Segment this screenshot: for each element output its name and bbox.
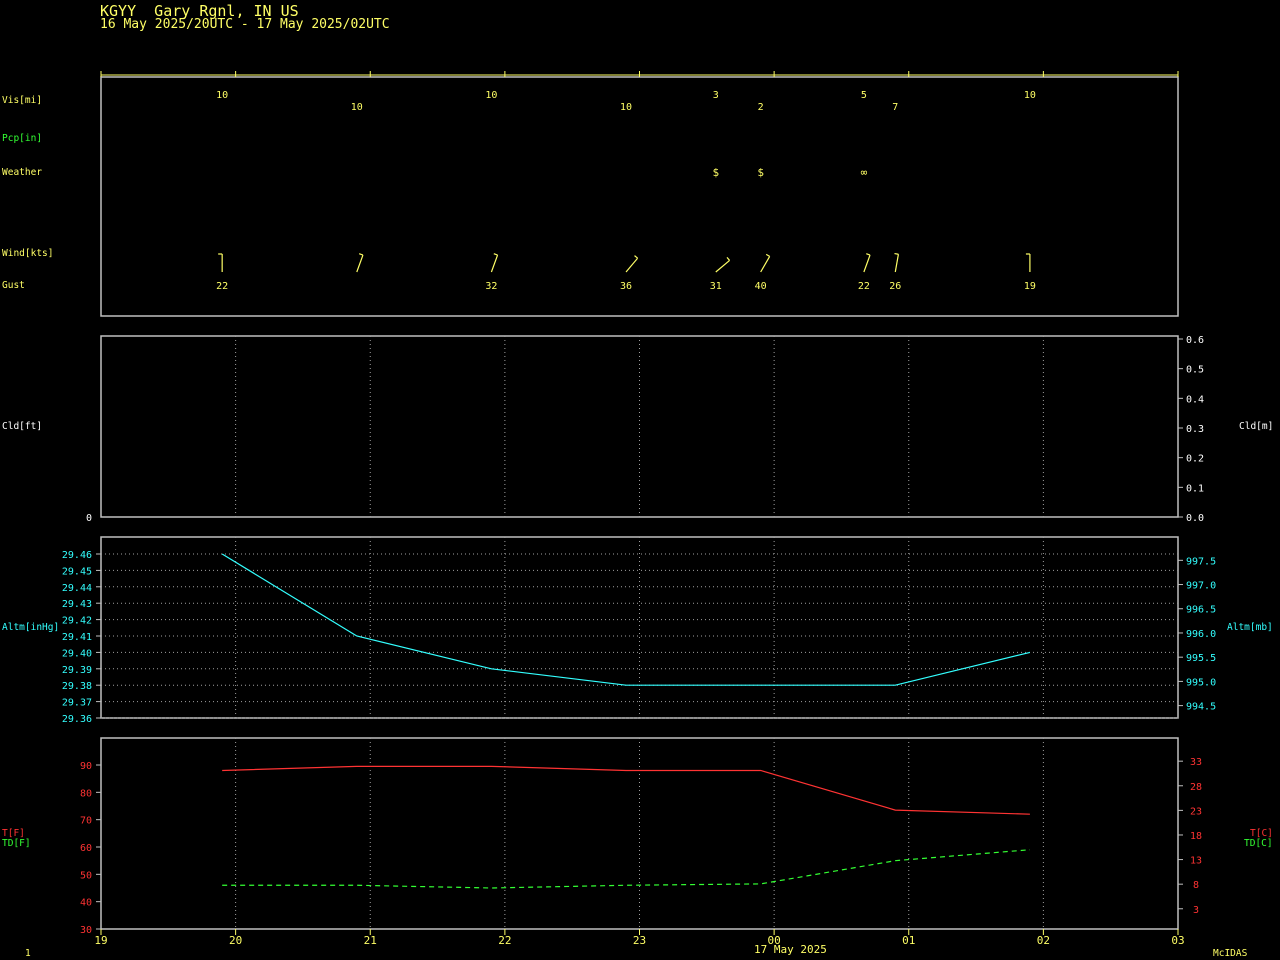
cld-ft-tick: 0 — [86, 513, 92, 524]
gust-value: 22 — [216, 281, 228, 292]
gust-value: 31 — [710, 281, 722, 292]
weather-symbol: $ — [712, 166, 719, 179]
wind-barb-flag — [894, 252, 899, 255]
vis-value: 3 — [713, 90, 719, 101]
temp-c-tick: 18 — [1190, 831, 1202, 842]
wind-barb-flag — [866, 253, 871, 256]
altm-inhg-tick: 29.38 — [62, 681, 92, 692]
time-tick-label: 02 — [1037, 934, 1050, 947]
gust-value: 22 — [858, 281, 870, 292]
wind-barb — [863, 254, 871, 273]
wind-barb — [760, 256, 771, 273]
temp-c-tick: 28 — [1190, 782, 1202, 793]
time-tick-label: 22 — [498, 934, 511, 947]
temp-c-tick: 8 — [1193, 880, 1199, 891]
wind-barb — [715, 259, 730, 273]
altm-inhg-tick: 29.45 — [62, 566, 92, 577]
altm-inhg-tick: 29.44 — [62, 583, 92, 594]
time-tick-label: 20 — [229, 934, 242, 947]
temp-c-tick: 23 — [1190, 806, 1202, 817]
cld-m-tick: 0.3 — [1186, 424, 1204, 435]
cld-m-tick: 0.0 — [1186, 513, 1204, 524]
temp-c-tick: 13 — [1190, 856, 1202, 867]
time-tick-label: 23 — [633, 934, 646, 947]
cld-m-tick: 0.1 — [1186, 483, 1204, 494]
meteogram-chart: 19 20 21 22 23 00 01 02 03102210103210363$312$40… — [62, 71, 1216, 947]
cld-m-tick: 0.2 — [1186, 454, 1204, 465]
temp-f-tick: 90 — [80, 761, 92, 772]
vis-value: 10 — [1024, 90, 1036, 101]
wind-barb-flag — [358, 253, 364, 256]
altm-inhg-tick: 29.37 — [62, 698, 92, 709]
altm-inhg-tick: 29.36 — [62, 714, 92, 725]
time-tick-label: 00 — [768, 934, 781, 947]
wind-barb — [625, 257, 639, 273]
cld-m-tick: 0.6 — [1186, 335, 1204, 346]
temp-f-tick: 60 — [80, 843, 92, 854]
wind-barb — [894, 254, 900, 273]
time-tick-label: 03 — [1171, 934, 1184, 947]
wind-barb-flag — [634, 255, 638, 259]
temp-c-tick: 33 — [1190, 757, 1202, 768]
temp-f-tick: 50 — [80, 870, 92, 881]
vis-value: 10 — [216, 90, 228, 101]
altm-mb-tick: 994.5 — [1186, 702, 1216, 713]
wind-barb-flag — [493, 253, 498, 256]
time-tick-label: 19 — [94, 934, 107, 947]
altm-mb-tick: 995.5 — [1186, 653, 1216, 664]
altm-inhg-tick: 29.40 — [62, 648, 92, 659]
gust-value: 32 — [485, 281, 497, 292]
weather-symbol: $ — [757, 166, 764, 179]
time-tick-label: 01 — [902, 934, 915, 947]
altm-mb-tick: 995.0 — [1186, 677, 1216, 688]
wind-barb — [356, 254, 364, 273]
vis-value: 2 — [758, 102, 764, 113]
altm-inhg-tick: 29.43 — [62, 599, 92, 610]
altm-inhg-tick: 29.41 — [62, 632, 92, 643]
altm-mb-tick: 996.5 — [1186, 605, 1216, 616]
temp-c-tick: 3 — [1193, 905, 1199, 916]
vis-value: 10 — [351, 102, 363, 113]
altm-mb-tick: 997.5 — [1186, 556, 1216, 567]
panel-frame — [100, 335, 1179, 518]
wind-barb-flag — [726, 256, 731, 261]
weather-symbol: ∞ — [861, 166, 868, 179]
panel-frame — [100, 536, 1179, 719]
temp-f-tick: 40 — [80, 898, 92, 909]
altm-mb-tick: 996.0 — [1186, 629, 1216, 640]
gust-value: 40 — [755, 281, 767, 292]
vis-value: 10 — [620, 102, 632, 113]
altm-inhg-tick: 29.39 — [62, 665, 92, 676]
temp-f-tick: 30 — [80, 925, 92, 936]
vis-value: 5 — [861, 90, 867, 101]
temp-f-tick: 80 — [80, 788, 92, 799]
panel-frame — [100, 76, 1179, 317]
cld-m-tick: 0.5 — [1186, 365, 1204, 376]
gust-value: 19 — [1024, 281, 1036, 292]
cld-m-tick: 0.4 — [1186, 394, 1204, 405]
wind-barb-flag — [765, 253, 770, 257]
altm-inhg-tick: 29.42 — [62, 616, 92, 627]
altm-inhg-tick: 29.46 — [62, 550, 92, 561]
wind-barb — [490, 254, 499, 273]
gust-value: 36 — [620, 281, 632, 292]
time-tick-label: 21 — [364, 934, 377, 947]
vis-value: 7 — [892, 102, 898, 113]
altm-mb-tick: 997.0 — [1186, 581, 1216, 592]
vis-value: 10 — [485, 90, 497, 101]
temp-f-tick: 70 — [80, 816, 92, 827]
gust-value: 26 — [889, 281, 901, 292]
